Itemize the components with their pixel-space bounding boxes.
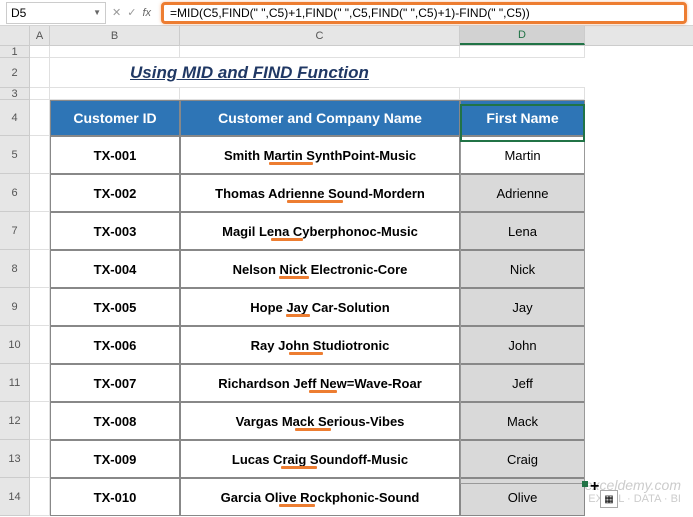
table-cell-id[interactable]: TX-002 bbox=[50, 174, 180, 212]
table-cell-name[interactable]: Garcia Olive Rockphonic-Sound bbox=[180, 478, 460, 516]
row-header[interactable]: 2 bbox=[0, 58, 30, 88]
header-name[interactable]: Customer and Company Name bbox=[180, 100, 460, 136]
cell[interactable] bbox=[460, 46, 585, 58]
cell[interactable] bbox=[50, 46, 180, 58]
fx-icon[interactable]: fx bbox=[142, 7, 151, 19]
cell[interactable] bbox=[30, 136, 50, 174]
table-cell-first[interactable]: Martin bbox=[460, 136, 585, 174]
table-cell-first[interactable]: Nick bbox=[460, 250, 585, 288]
table-cell-name[interactable]: Smith Martin SynthPoint-Music bbox=[180, 136, 460, 174]
select-all-corner[interactable] bbox=[0, 26, 30, 45]
table-cell-id[interactable]: TX-005 bbox=[50, 288, 180, 326]
row-header[interactable]: 8 bbox=[0, 250, 30, 288]
table-cell-first[interactable]: Olive bbox=[460, 478, 585, 516]
cell[interactable] bbox=[180, 46, 460, 58]
formula-input[interactable]: =MID(C5,FIND(" ",C5)+1,FIND(" ",C5,FIND(… bbox=[161, 2, 687, 24]
header-first[interactable]: First Name bbox=[460, 100, 585, 136]
name-box-dropdown-icon[interactable]: ▼ bbox=[93, 8, 101, 17]
table-cell-first[interactable]: Jeff bbox=[460, 364, 585, 402]
col-header-c[interactable]: C bbox=[180, 26, 460, 45]
header-id[interactable]: Customer ID bbox=[50, 100, 180, 136]
cell[interactable] bbox=[30, 478, 50, 516]
table-cell-first[interactable]: John bbox=[460, 326, 585, 364]
table-cell-first[interactable]: Mack bbox=[460, 402, 585, 440]
row-header[interactable]: 4 bbox=[0, 100, 30, 136]
table-cell-id[interactable]: TX-006 bbox=[50, 326, 180, 364]
fill-handle[interactable] bbox=[582, 481, 588, 487]
row-header[interactable]: 5 bbox=[0, 136, 30, 174]
formula-text: =MID(C5,FIND(" ",C5)+1,FIND(" ",C5,FIND(… bbox=[170, 6, 530, 20]
name-box-input[interactable] bbox=[11, 6, 71, 20]
cancel-icon[interactable]: ✕ bbox=[112, 6, 121, 19]
cell[interactable] bbox=[30, 212, 50, 250]
row-header[interactable]: 10 bbox=[0, 326, 30, 364]
confirm-icon[interactable]: ✓ bbox=[127, 6, 136, 19]
table-cell-id[interactable]: TX-010 bbox=[50, 478, 180, 516]
cell[interactable] bbox=[460, 88, 585, 100]
formula-controls: ✕ ✓ fx bbox=[106, 6, 157, 19]
cell[interactable] bbox=[50, 88, 180, 100]
cell[interactable] bbox=[30, 250, 50, 288]
row-header[interactable]: 14 bbox=[0, 478, 30, 516]
table-cell-name[interactable]: Thomas Adrienne Sound-Mordern bbox=[180, 174, 460, 212]
table-cell-id[interactable]: TX-008 bbox=[50, 402, 180, 440]
row-header[interactable]: 3 bbox=[0, 88, 30, 100]
table-cell-name[interactable]: Ray John Studiotronic bbox=[180, 326, 460, 364]
row-header[interactable]: 13 bbox=[0, 440, 30, 478]
table-cell-name[interactable]: Vargas Mack Serious-Vibes bbox=[180, 402, 460, 440]
cell[interactable] bbox=[30, 440, 50, 478]
cell[interactable] bbox=[30, 100, 50, 136]
cell[interactable] bbox=[30, 46, 50, 58]
row-header[interactable]: 7 bbox=[0, 212, 30, 250]
table-cell-name[interactable]: Nelson Nick Electronic-Core bbox=[180, 250, 460, 288]
table-cell-id[interactable]: TX-001 bbox=[50, 136, 180, 174]
row-header[interactable]: 6 bbox=[0, 174, 30, 212]
cell[interactable] bbox=[30, 326, 50, 364]
table-cell-name[interactable]: Magil Lena Cyberphonoc-Music bbox=[180, 212, 460, 250]
row-header[interactable]: 12 bbox=[0, 402, 30, 440]
table-cell-id[interactable]: TX-004 bbox=[50, 250, 180, 288]
cell[interactable] bbox=[30, 364, 50, 402]
autofill-options-button[interactable]: ▦ bbox=[600, 490, 618, 508]
table-cell-first[interactable]: Adrienne bbox=[460, 174, 585, 212]
cell[interactable] bbox=[30, 288, 50, 326]
table-cell-first[interactable]: Craig bbox=[460, 440, 585, 478]
table-cell-name[interactable]: Richardson Jeff New=Wave-Roar bbox=[180, 364, 460, 402]
row-header[interactable]: 9 bbox=[0, 288, 30, 326]
cell[interactable] bbox=[180, 88, 460, 100]
cell[interactable] bbox=[30, 88, 50, 100]
table-cell-first[interactable]: Jay bbox=[460, 288, 585, 326]
cell[interactable] bbox=[30, 402, 50, 440]
row-header[interactable]: 1 bbox=[0, 46, 30, 58]
table-cell-first[interactable]: Lena bbox=[460, 212, 585, 250]
formula-bar: ▼ ✕ ✓ fx =MID(C5,FIND(" ",C5)+1,FIND(" "… bbox=[0, 0, 693, 26]
cell[interactable] bbox=[30, 174, 50, 212]
col-header-b[interactable]: B bbox=[50, 26, 180, 45]
table-cell-id[interactable]: TX-009 bbox=[50, 440, 180, 478]
col-header-a[interactable]: A bbox=[30, 26, 50, 45]
table-cell-id[interactable]: TX-007 bbox=[50, 364, 180, 402]
grid: 12 Using MID and FIND Function 34 Customer … bbox=[0, 46, 693, 516]
table-cell-name[interactable]: Hope Jay Car-Solution bbox=[180, 288, 460, 326]
table-cell-name[interactable]: Lucas Craig Soundoff-Music bbox=[180, 440, 460, 478]
title-cell[interactable]: Using MID and FIND Function bbox=[50, 58, 585, 88]
cell[interactable] bbox=[30, 58, 50, 88]
name-box[interactable]: ▼ bbox=[6, 2, 106, 24]
table-cell-id[interactable]: TX-003 bbox=[50, 212, 180, 250]
col-header-d[interactable]: D bbox=[460, 26, 585, 45]
column-headers: A B C D bbox=[0, 26, 693, 46]
row-header[interactable]: 11 bbox=[0, 364, 30, 402]
